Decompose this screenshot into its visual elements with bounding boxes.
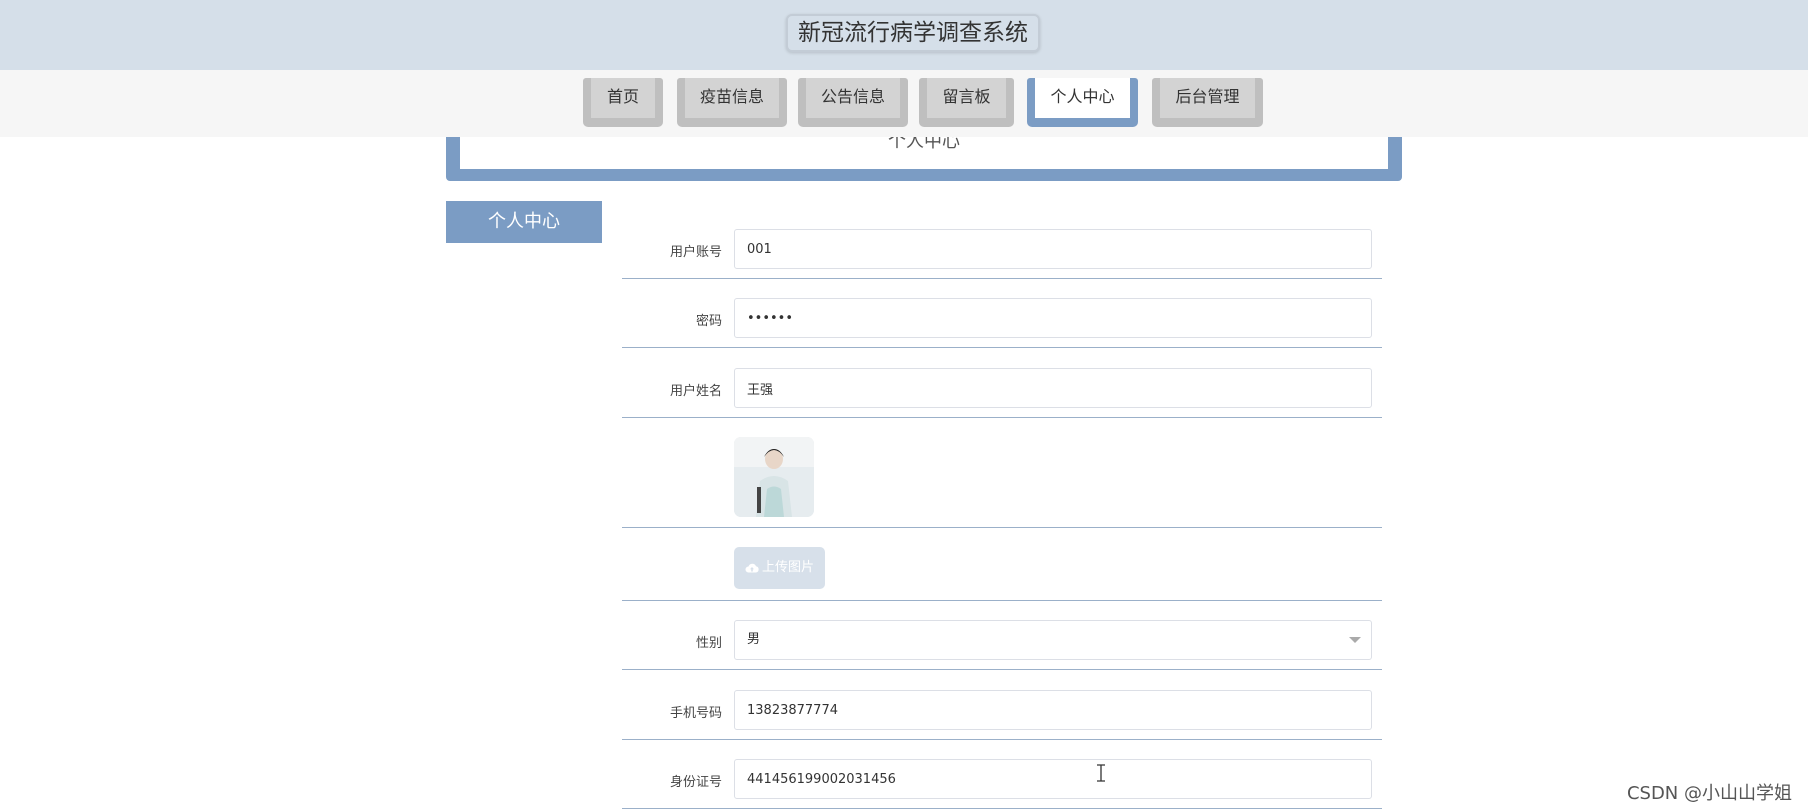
nav-tab-message-board[interactable]: 留言板 bbox=[919, 78, 1014, 127]
username-input[interactable] bbox=[734, 229, 1372, 269]
password-label: 密码 bbox=[695, 314, 722, 329]
nav-tab-label: 个人中心 bbox=[1035, 78, 1130, 118]
phone-label: 手机号码 bbox=[669, 706, 722, 721]
nav-tab-admin[interactable]: 后台管理 bbox=[1152, 78, 1263, 127]
text-cursor-icon bbox=[1097, 764, 1105, 782]
nav-tab-label: 公告信息 bbox=[806, 78, 900, 118]
nav-tab-label: 后台管理 bbox=[1160, 78, 1255, 118]
gender-value: 男 bbox=[747, 632, 761, 647]
upload-image-button[interactable]: 上传图片 bbox=[734, 547, 825, 589]
top-header: 新冠流行病学调查系统 bbox=[0, 0, 1808, 70]
nav-tab-vaccine[interactable]: 疫苗信息 bbox=[677, 78, 787, 127]
nav-tab-label: 疫苗信息 bbox=[685, 78, 779, 118]
form-row-idcard: 身份证号 bbox=[622, 759, 1382, 809]
nav-tab-notice[interactable]: 公告信息 bbox=[798, 78, 908, 127]
form-row-password: 密码 bbox=[622, 298, 1382, 348]
sidebar-item-profile[interactable]: 个人中心 bbox=[446, 201, 602, 243]
section-title: 个人中心 bbox=[460, 137, 1388, 169]
form-row-phone: 手机号码 bbox=[622, 690, 1382, 740]
password-input[interactable] bbox=[734, 298, 1372, 338]
nav-tab-profile[interactable]: 个人中心 bbox=[1027, 78, 1138, 127]
section-header: 个人中心 bbox=[446, 137, 1402, 181]
username-label: 用户账号 bbox=[669, 245, 722, 260]
watermark: CSDN @小山山学姐 bbox=[1626, 783, 1792, 804]
form-row-name: 用户姓名 bbox=[622, 368, 1382, 418]
nav-tab-label: 留言板 bbox=[927, 78, 1006, 118]
idcard-input[interactable] bbox=[734, 759, 1372, 799]
phone-input[interactable] bbox=[734, 690, 1372, 730]
form-row-avatar bbox=[622, 437, 1382, 528]
idcard-label: 身份证号 bbox=[669, 775, 722, 790]
form-row-gender: 性别 男 bbox=[622, 620, 1382, 670]
nav-tab-home[interactable]: 首页 bbox=[583, 78, 663, 127]
nav-tab-label: 首页 bbox=[591, 78, 655, 118]
form-row-username: 用户账号 bbox=[622, 229, 1382, 279]
chevron-down-icon bbox=[1349, 637, 1361, 643]
name-label: 用户姓名 bbox=[669, 384, 722, 399]
cloud-upload-icon bbox=[745, 563, 759, 572]
main-nav: 首页 疫苗信息 公告信息 留言板 个人中心 后台管理 bbox=[0, 70, 1808, 137]
gender-label: 性别 bbox=[695, 636, 722, 651]
site-title: 新冠流行病学调查系统 bbox=[786, 14, 1040, 52]
upload-button-label: 上传图片 bbox=[761, 560, 814, 575]
form-row-upload: 上传图片 bbox=[622, 547, 1382, 601]
avatar-image bbox=[734, 437, 814, 517]
name-input[interactable] bbox=[734, 368, 1372, 408]
gender-select[interactable]: 男 bbox=[734, 620, 1372, 660]
